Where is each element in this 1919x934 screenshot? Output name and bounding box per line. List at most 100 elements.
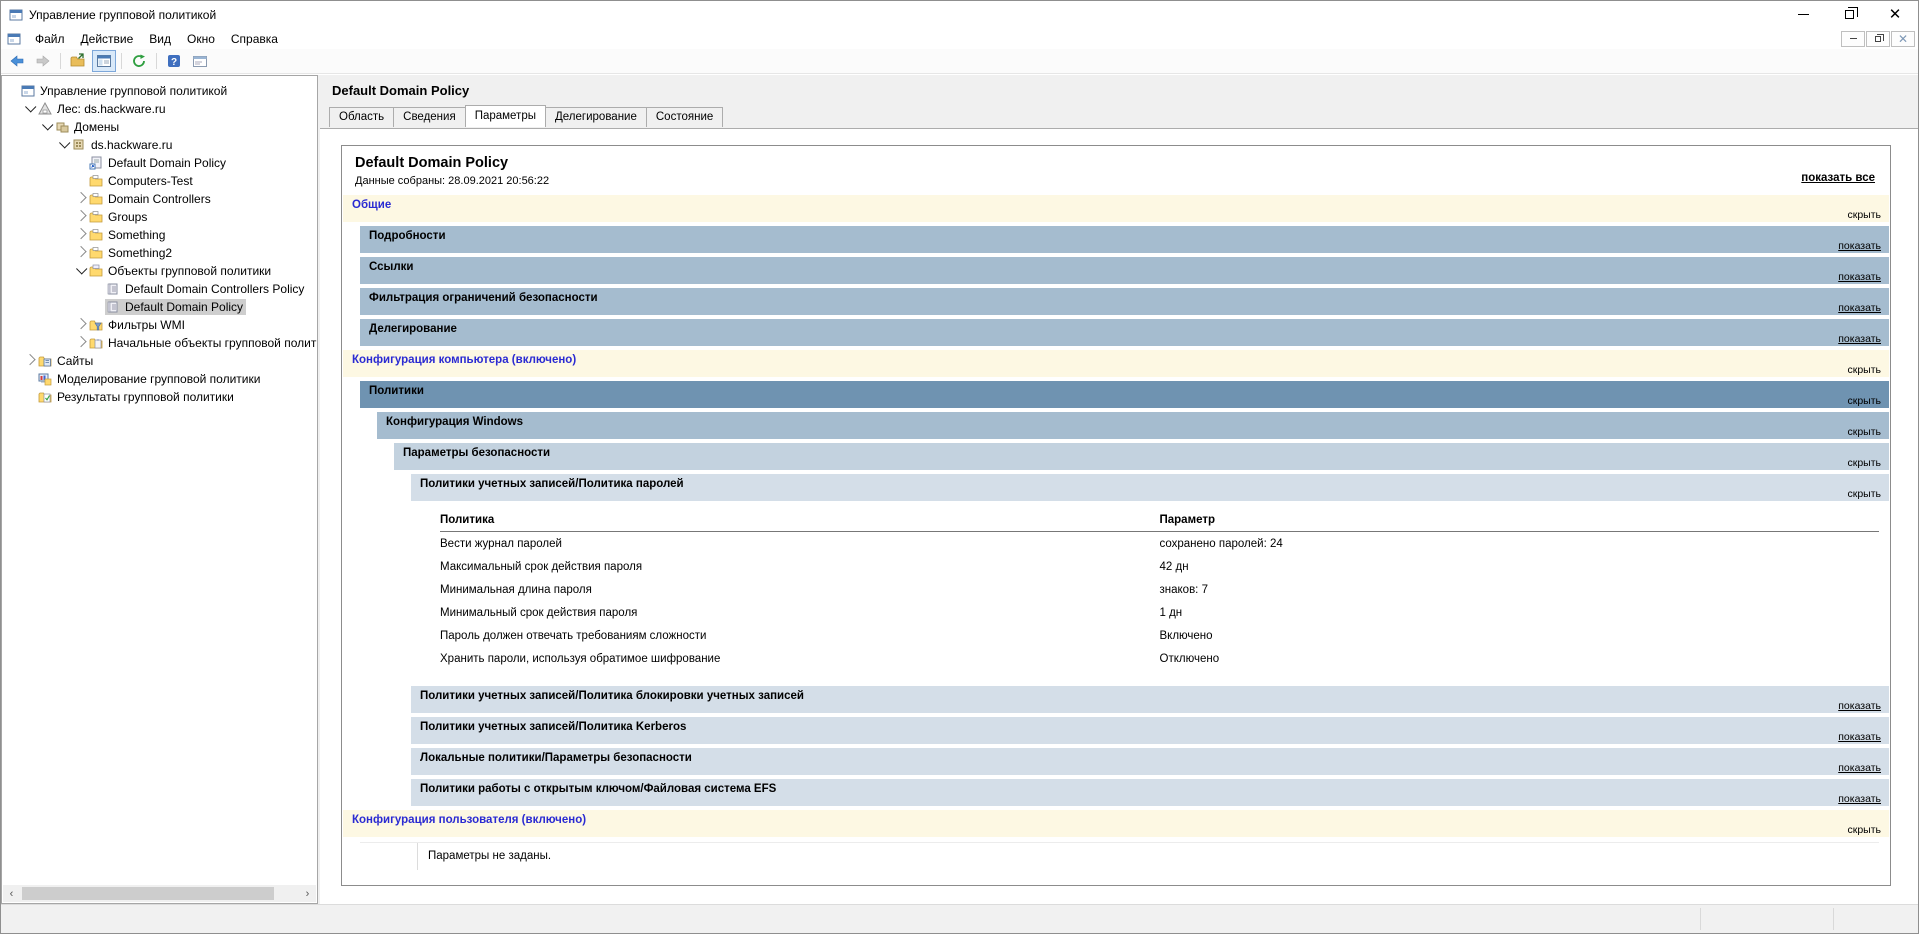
menu-справка[interactable]: Справка: [223, 30, 286, 48]
tree-item-groups[interactable]: Groups: [2, 208, 317, 226]
table-row: Пароль должен отвечать требованиям сложн…: [440, 624, 1879, 647]
tree-item-фильтры-wmi[interactable]: Фильтры WMI: [2, 316, 317, 334]
tree-item-домены[interactable]: Домены: [2, 118, 317, 136]
section-label: Политики учетных записей/Политика блокир…: [420, 690, 804, 702]
show-link[interactable]: показать: [1838, 700, 1881, 712]
tree-expander-icon[interactable]: [74, 231, 88, 239]
show-all-link[interactable]: показать все: [1801, 172, 1875, 184]
tree-item-domain-controllers[interactable]: Domain Controllers: [2, 190, 317, 208]
page-title: Default Domain Policy: [320, 75, 1918, 105]
show-link[interactable]: показать: [1838, 333, 1881, 345]
ou-icon: [89, 246, 103, 260]
tree-item-label: Управление групповой политикой: [40, 84, 227, 98]
back-button[interactable]: [5, 50, 29, 72]
tree-item-computers-test[interactable]: Computers-Test: [2, 172, 317, 190]
tree-item-label: Моделирование групповой политики: [57, 372, 260, 386]
tree-expander-icon[interactable]: [23, 105, 37, 113]
tree-item-моделирование-групповой-политики[interactable]: Моделирование групповой политики: [2, 370, 317, 388]
hide-link[interactable]: скрыть: [1847, 824, 1881, 836]
menu-файл[interactable]: Файл: [27, 30, 73, 48]
mdi-restore-icon: [1875, 36, 1881, 42]
tree-item-ds-hackware-ru[interactable]: ds.hackware.ru: [2, 136, 317, 154]
tab-область[interactable]: Область: [329, 107, 394, 127]
tab-делегирование[interactable]: Делегирование: [545, 107, 647, 127]
scroll-right-arrow[interactable]: ›: [299, 885, 316, 902]
table-header-cell: Политика: [440, 509, 1160, 531]
mdi-close-button[interactable]: ✕: [1891, 31, 1915, 47]
tab-состояние[interactable]: Состояние: [646, 107, 723, 127]
main-pane: Default Domain Policy ОбластьСведенияПар…: [320, 75, 1918, 904]
tree-item-something[interactable]: Something: [2, 226, 317, 244]
tab-strip: ОбластьСведенияПараметрыДелегированиеСос…: [320, 105, 1918, 127]
show-link[interactable]: показать: [1838, 271, 1881, 283]
show-link[interactable]: показать: [1838, 762, 1881, 774]
forward-button[interactable]: [31, 50, 55, 72]
hide-link[interactable]: скрыть: [1847, 209, 1881, 221]
tree-expander-icon[interactable]: [74, 213, 88, 221]
tree-item-результаты-групповой-политики[interactable]: Результаты групповой политики: [2, 388, 317, 406]
tree-item-something2[interactable]: Something2: [2, 244, 317, 262]
tree-item-сайты[interactable]: Сайты: [2, 352, 317, 370]
minimize-button[interactable]: [1780, 1, 1826, 28]
tree-item-лес-ds-hackware-ru[interactable]: Лес: ds.hackware.ru: [2, 100, 317, 118]
hide-link[interactable]: скрыть: [1847, 426, 1881, 438]
tab-сведения[interactable]: Сведения: [393, 107, 466, 127]
show-link[interactable]: показать: [1838, 731, 1881, 743]
menu-действие[interactable]: Действие: [73, 30, 142, 48]
tree-item-объекты-групповой-политики[interactable]: Объекты групповой политики: [2, 262, 317, 280]
tree-expander-icon[interactable]: [74, 321, 88, 329]
menu-bar: ФайлДействиеВидОкноСправка ✕: [1, 28, 1918, 49]
section-label: Подробности: [369, 230, 446, 242]
tree-expander-icon[interactable]: [74, 249, 88, 257]
section-label: Конфигурация компьютера (включено): [352, 354, 576, 366]
tree-expander-icon[interactable]: [74, 339, 88, 347]
tree-horizontal-scrollbar[interactable]: ‹ ›: [3, 885, 316, 902]
menu-вид[interactable]: Вид: [141, 30, 179, 48]
ou-icon: [89, 210, 103, 224]
close-button[interactable]: ✕: [1872, 1, 1918, 28]
mdi-restore-button[interactable]: [1866, 31, 1890, 47]
tree-item-управление-групповой-политикой[interactable]: Управление групповой политикой: [2, 82, 317, 100]
tab-параметры[interactable]: Параметры: [465, 105, 546, 127]
table-cell: 42 дн: [1160, 555, 1880, 578]
gpo-icon: [106, 300, 120, 314]
tree-expander-icon[interactable]: [74, 195, 88, 203]
menu-окно[interactable]: Окно: [179, 30, 223, 48]
hide-link[interactable]: скрыть: [1847, 364, 1881, 376]
refresh-button[interactable]: [127, 50, 151, 72]
scroll-left-arrow[interactable]: ‹: [3, 885, 20, 902]
table-cell: знаков: 7: [1160, 578, 1880, 601]
restore-button[interactable]: [1826, 1, 1872, 28]
tree-expander-icon[interactable]: [40, 123, 54, 131]
hide-link[interactable]: скрыть: [1847, 457, 1881, 469]
tree-expander-icon[interactable]: [74, 267, 88, 275]
console-tree-button[interactable]: [92, 50, 116, 72]
scrollbar-thumb[interactable]: [22, 887, 274, 900]
table-row: Максимальный срок действия пароля42 дн: [440, 555, 1879, 578]
table-cell: Вести журнал паролей: [440, 532, 1160, 555]
tree-item-default-domain-policy[interactable]: Default Domain Policy: [2, 298, 317, 316]
table-cell: Отключено: [1160, 647, 1880, 670]
close-icon: ✕: [1889, 7, 1902, 22]
new-window-button[interactable]: [188, 50, 212, 72]
show-link[interactable]: показать: [1838, 240, 1881, 252]
help-button[interactable]: ?: [162, 50, 186, 72]
tree-expander-icon[interactable]: [23, 357, 37, 365]
tree-item-default-domain-policy[interactable]: Default Domain Policy: [2, 154, 317, 172]
table-row: Хранить пароли, используя обратимое шифр…: [440, 647, 1879, 670]
tree-item-default-domain-controllers-policy[interactable]: Default Domain Controllers Policy: [2, 280, 317, 298]
table-cell: 1 дн: [1160, 601, 1880, 624]
export-button[interactable]: [66, 50, 90, 72]
gpo-settings-report: Default Domain Policy Данные собраны: 28…: [341, 145, 1891, 886]
tree-item-label: Groups: [108, 210, 147, 224]
export-icon: [70, 53, 86, 69]
mdi-minimize-button[interactable]: [1841, 31, 1865, 47]
show-link[interactable]: показать: [1838, 302, 1881, 314]
tree-expander-icon[interactable]: [57, 141, 71, 149]
show-link[interactable]: показать: [1838, 793, 1881, 805]
sites-icon: [38, 354, 52, 368]
hide-link[interactable]: скрыть: [1847, 395, 1881, 407]
table-cell: Хранить пароли, используя обратимое шифр…: [440, 647, 1160, 670]
hide-link[interactable]: скрыть: [1847, 488, 1881, 500]
tree-item-начальные-объекты-групповой-полит[interactable]: Начальные объекты групповой полит: [2, 334, 317, 352]
